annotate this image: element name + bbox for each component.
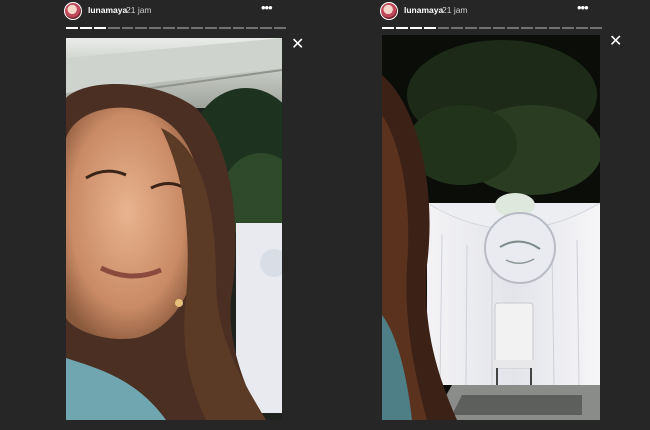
- progress-segment: [590, 27, 602, 29]
- avatar[interactable]: [380, 2, 398, 20]
- progress-segment: [232, 27, 245, 29]
- progress-segment: [562, 27, 575, 29]
- progress-segment: [93, 27, 106, 29]
- progress-segment: [66, 27, 78, 29]
- story-right: lunamaya 21 jam ••• ✕: [380, 0, 622, 430]
- more-options-icon[interactable]: •••: [577, 1, 589, 14]
- progress-segment: [479, 27, 491, 29]
- progress-segment: [451, 27, 464, 29]
- progress-segment: [135, 27, 148, 29]
- progress-segment: [107, 27, 120, 29]
- progress-segment: [506, 27, 519, 29]
- progress-segment: [121, 27, 134, 29]
- story-left: lunamaya 21 jam ••• ✕: [64, 0, 304, 430]
- close-icon[interactable]: ✕: [291, 37, 304, 53]
- progress-segment: [493, 27, 505, 29]
- selfie-image: [66, 38, 282, 420]
- story-photo[interactable]: [382, 35, 600, 420]
- progress-segment: [534, 27, 547, 29]
- progress-segment: [576, 27, 589, 29]
- progress-segment: [218, 27, 231, 29]
- timestamp: 21 jam: [126, 5, 152, 15]
- username[interactable]: lunamaya: [404, 5, 443, 15]
- progress-segment: [437, 27, 450, 29]
- progress-segment: [79, 27, 92, 29]
- more-options-icon[interactable]: •••: [261, 1, 273, 14]
- progress-segment: [246, 27, 259, 29]
- story-header: lunamaya 21 jam •••: [380, 1, 620, 24]
- progress-segment: [163, 27, 175, 29]
- progress-segment: [260, 27, 273, 29]
- progress-segment: [177, 27, 189, 29]
- progress-bar: [382, 27, 602, 30]
- progress-bar: [66, 27, 286, 30]
- progress-segment: [520, 27, 533, 29]
- story-photo[interactable]: [66, 38, 282, 420]
- timestamp: 21 jam: [442, 5, 468, 15]
- venue-image: [382, 35, 600, 420]
- progress-segment: [149, 27, 162, 29]
- progress-segment: [409, 27, 422, 29]
- progress-segment: [395, 27, 408, 29]
- story-header: lunamaya 21 jam •••: [64, 1, 304, 24]
- close-icon[interactable]: ✕: [609, 34, 622, 50]
- progress-segment: [274, 27, 286, 29]
- progress-segment: [204, 27, 217, 29]
- progress-segment: [382, 27, 394, 29]
- progress-segment: [548, 27, 561, 29]
- progress-segment: [190, 27, 203, 29]
- progress-segment: [423, 27, 436, 29]
- username[interactable]: lunamaya: [88, 5, 127, 15]
- progress-segment: [465, 27, 478, 29]
- avatar[interactable]: [64, 2, 82, 20]
